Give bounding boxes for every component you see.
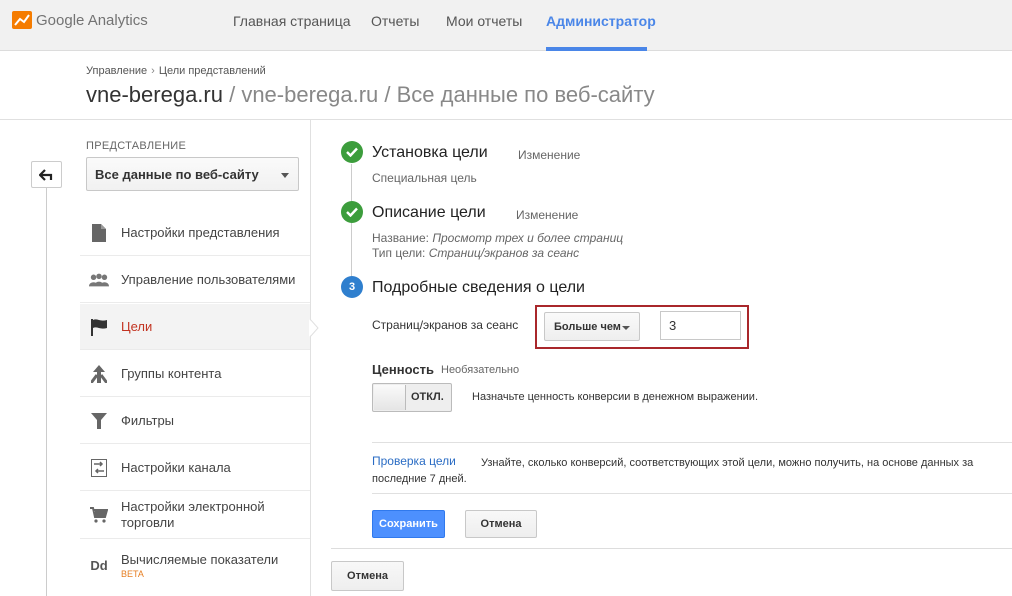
sidebar-item-view-settings[interactable]: Настройки представления [80, 210, 310, 256]
divider [372, 442, 1012, 443]
divider [372, 493, 1012, 494]
toggle-state: ОТКЛ. [411, 391, 444, 403]
divider [331, 548, 1012, 549]
step2-type-label: Тип цели: [372, 246, 426, 260]
toggle-help-text: Назначьте ценность конверсии в денежном … [472, 391, 758, 403]
page-title-account: vne-berega.ru [86, 82, 223, 107]
step2-edit-link[interactable]: Изменение [516, 208, 578, 222]
document-icon [89, 223, 109, 243]
nav-reports[interactable]: Отчеты [371, 13, 419, 29]
users-icon [89, 270, 109, 290]
breadcrumb: Управление › Цели представлений [86, 65, 266, 77]
sidebar-item-label: Настройки канала [121, 460, 231, 475]
step2-title: Описание цели [372, 204, 486, 221]
value-label: Ценность [372, 362, 434, 377]
breadcrumb-goals: Цели представлений [158, 65, 266, 77]
sidebar-item-label-wrap: Вычисляемые показатели BETA [121, 552, 278, 579]
nav-my-reports[interactable]: Мои отчеты [446, 13, 522, 29]
nav-admin[interactable]: Администратор [546, 13, 656, 29]
step3-number: 3 [341, 276, 363, 298]
caret-down-icon [281, 173, 289, 178]
step2-type: Тип цели: Страниц/экранов за сеанс [372, 246, 579, 260]
view-label: ПРЕДСТАВЛЕНИЕ [86, 140, 187, 152]
dd-icon: Dd [90, 557, 108, 573]
save-button[interactable]: Сохранить [372, 510, 445, 538]
beta-badge: BETA [121, 568, 144, 579]
google-analytics-logo[interactable]: Google Analytics [12, 10, 148, 30]
pages-per-session-label: Страниц/экранов за сеанс [372, 318, 519, 332]
channel-icon [89, 458, 109, 478]
sidebar-item-label: Цели [121, 319, 153, 334]
content-groups-icon [89, 364, 109, 384]
value-optional: Необязательно [441, 364, 520, 376]
logo-text: Google Analytics [36, 11, 148, 29]
sidebar-item-filters[interactable]: Фильтры [80, 398, 310, 444]
cart-icon [89, 505, 109, 525]
step2-name: Название: Просмотр трех и более страниц [372, 231, 623, 245]
sidebar-item-label: Настройки электронной торговли [121, 499, 265, 530]
step1-title: Установка цели [372, 144, 488, 161]
cancel-all-button[interactable]: Отмена [331, 561, 404, 591]
checkmark-icon [341, 201, 363, 223]
analytics-logo-icon [12, 11, 32, 29]
sidebar-item-calculated-metrics[interactable]: Dd Вычисляемые показатели BETA [80, 540, 310, 590]
sidebar-item-label: Настройки представления [121, 225, 280, 240]
view-select-value: Все данные по веб-сайту [95, 167, 259, 182]
step1-detail: Специальная цель [372, 171, 477, 185]
back-button[interactable] [31, 161, 62, 188]
sidebar-item-goals[interactable]: Цели [80, 304, 310, 350]
sidebar-item-label: Группы контента [121, 366, 222, 381]
page-header: Управление › Цели представлений vne-berega… [0, 52, 1012, 120]
sidebar-item-label: Управление пользователями [121, 272, 296, 287]
step1-edit-link[interactable]: Изменение [518, 148, 580, 162]
sidebar-item-user-management[interactable]: Управление пользователями [80, 257, 310, 303]
back-line [46, 188, 47, 596]
sidebar-divider [310, 120, 311, 596]
flag-icon [89, 317, 109, 337]
toggle-knob [374, 385, 406, 410]
breadcrumb-manage[interactable]: Управление [86, 65, 147, 77]
sidebar-item-ecommerce[interactable]: Настройки электронной торговли [80, 492, 310, 539]
sidebar-item-label: Фильтры [121, 413, 175, 428]
back-arrow-icon [38, 168, 52, 181]
sidebar-item-channel-settings[interactable]: Настройки канала [80, 445, 310, 491]
comparison-select[interactable]: Больше чем [544, 312, 640, 341]
pages-value-input[interactable] [660, 311, 741, 340]
active-item-notch [309, 319, 319, 337]
step2-name-value: Просмотр трех и более страниц [432, 231, 624, 245]
verify-goal-link[interactable]: Проверка цели [372, 454, 456, 468]
nav-home[interactable]: Главная страница [233, 13, 351, 29]
top-bar: Google Analytics Главная страница Отчеты… [0, 0, 1012, 51]
step3-title: Подробные сведения о цели [372, 279, 585, 296]
step2-type-value: Страниц/экранов за сеанс [428, 246, 580, 260]
view-select[interactable]: Все данные по веб-сайту [86, 157, 299, 191]
step2-name-label: Название: [372, 231, 429, 245]
checkmark-icon [341, 141, 363, 163]
caret-down-icon [622, 326, 630, 330]
comparison-value: Больше чем [554, 321, 621, 333]
nav-active-indicator [546, 47, 647, 51]
sidebar-item-content-groups[interactable]: Группы контента [80, 351, 310, 397]
verify-description: Узнайте, сколько конверсий, соответствую… [372, 457, 974, 485]
value-toggle[interactable]: ОТКЛ. [372, 383, 452, 412]
cancel-button[interactable]: Отмена [465, 510, 537, 538]
sidebar-item-label: Вычисляемые показатели [121, 551, 279, 567]
filter-icon [89, 411, 109, 431]
page-title: vne-berega.ru / vne-berega.ru / Все данн… [86, 82, 655, 108]
page-title-path: / vne-berega.ru / Все данные по веб-сайт… [222, 82, 655, 107]
breadcrumb-separator: › [151, 65, 155, 77]
